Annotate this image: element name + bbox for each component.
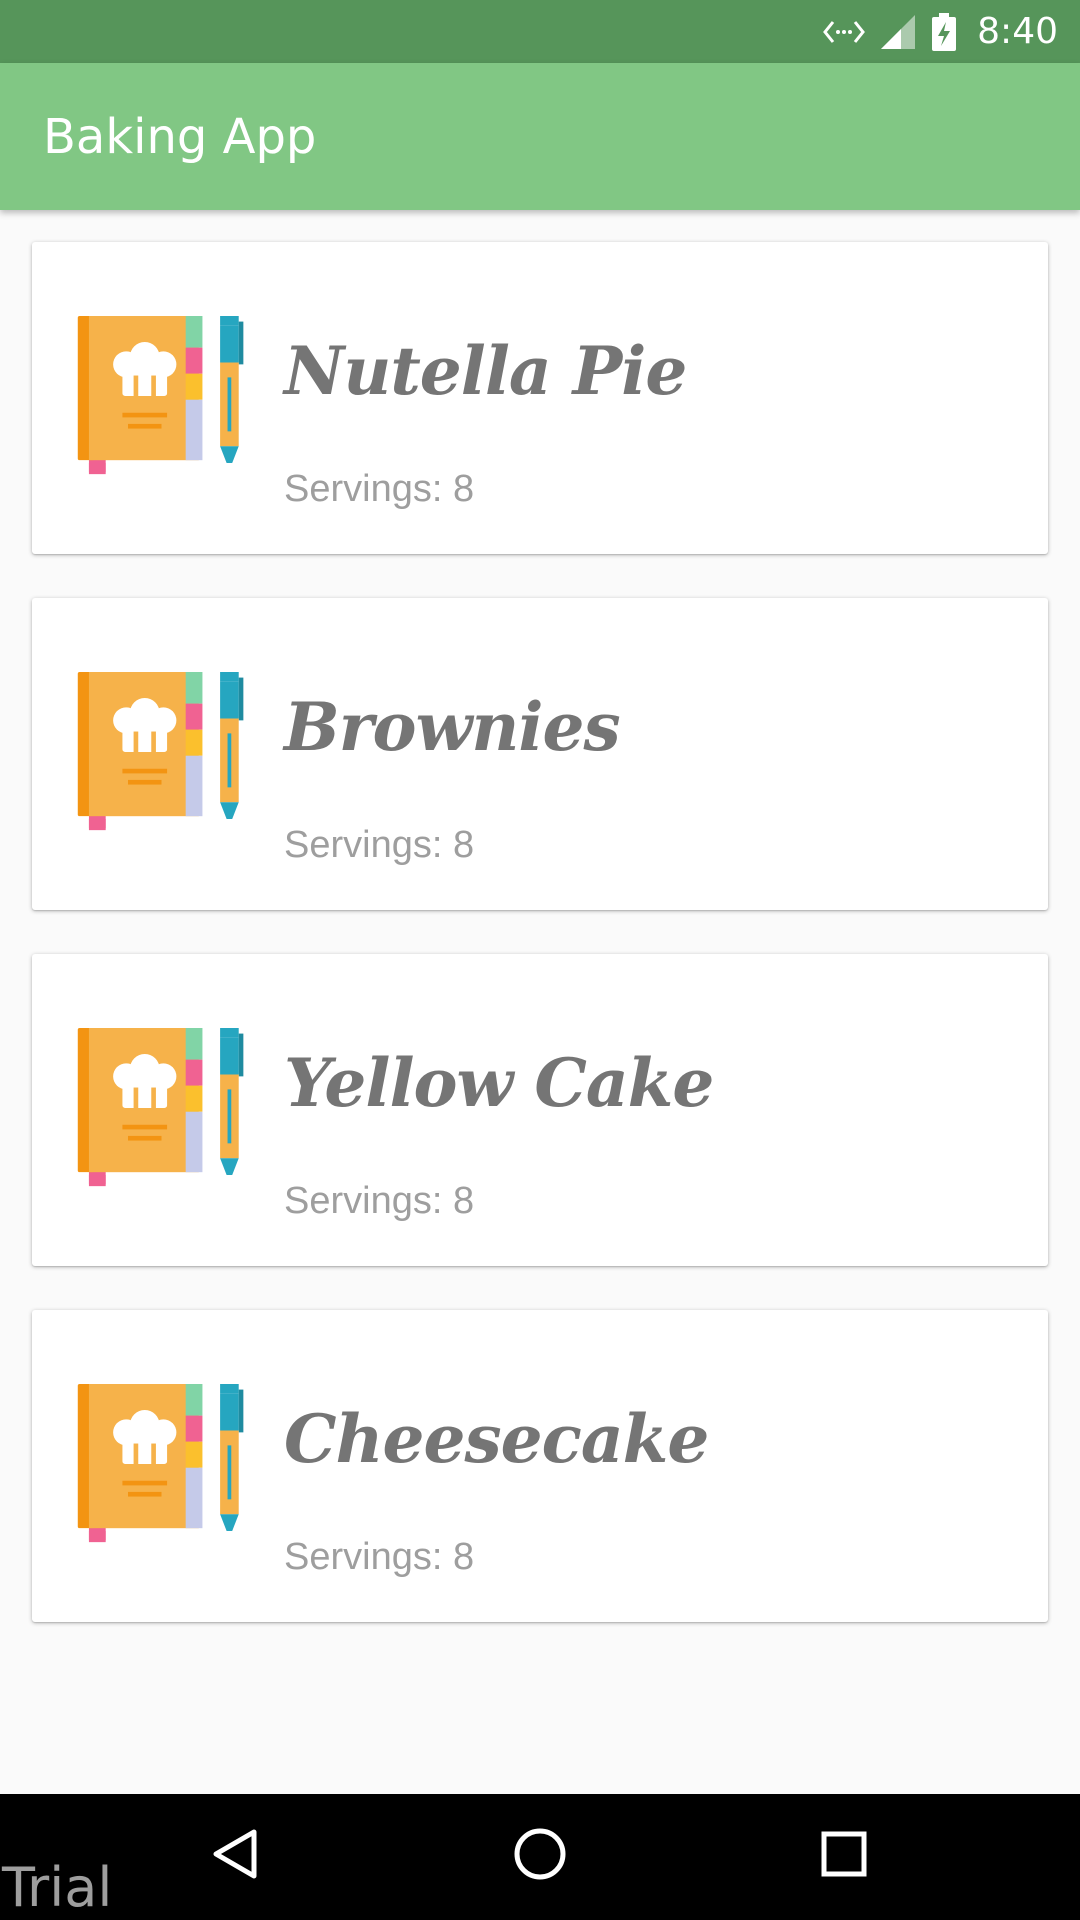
signal-icon <box>879 13 917 51</box>
recipe-name: Yellow Cake <box>284 1044 714 1122</box>
recipe-card[interactable]: Cheesecake Servings: 8 <box>32 1310 1048 1622</box>
battery-charging-icon <box>931 12 957 51</box>
recipe-card[interactable]: Nutella Pie Servings: 8 <box>32 242 1048 554</box>
home-icon[interactable] <box>510 1824 570 1889</box>
recipe-servings: Servings: 8 <box>284 824 475 866</box>
recipe-servings: Servings: 8 <box>284 468 475 510</box>
recipe-card[interactable]: Brownies Servings: 8 <box>32 598 1048 910</box>
recipe-book-icon <box>77 316 244 475</box>
recipe-name: Cheesecake <box>284 1400 709 1478</box>
status-time: 8:40 <box>977 11 1058 52</box>
recipe-name: Nutella Pie <box>284 332 687 410</box>
recipe-book-icon <box>77 1028 244 1187</box>
recipe-name: Brownies <box>284 688 621 766</box>
recents-icon[interactable] <box>814 1824 874 1889</box>
recipe-book-icon <box>77 1384 244 1543</box>
recipe-servings: Servings: 8 <box>284 1536 475 1578</box>
app-bar: Baking App <box>0 63 1080 210</box>
recipe-book-icon <box>77 672 244 831</box>
app-title: Baking App <box>43 108 317 165</box>
status-bar: 8:40 <box>0 0 1080 63</box>
data-sync-icon <box>823 17 866 47</box>
recipe-card[interactable]: Yellow Cake Servings: 8 <box>32 954 1048 1266</box>
navigation-bar <box>0 1794 1080 1920</box>
recipe-servings: Servings: 8 <box>284 1180 475 1222</box>
trial-watermark: Trial <box>2 1856 113 1919</box>
back-icon[interactable] <box>206 1824 266 1889</box>
